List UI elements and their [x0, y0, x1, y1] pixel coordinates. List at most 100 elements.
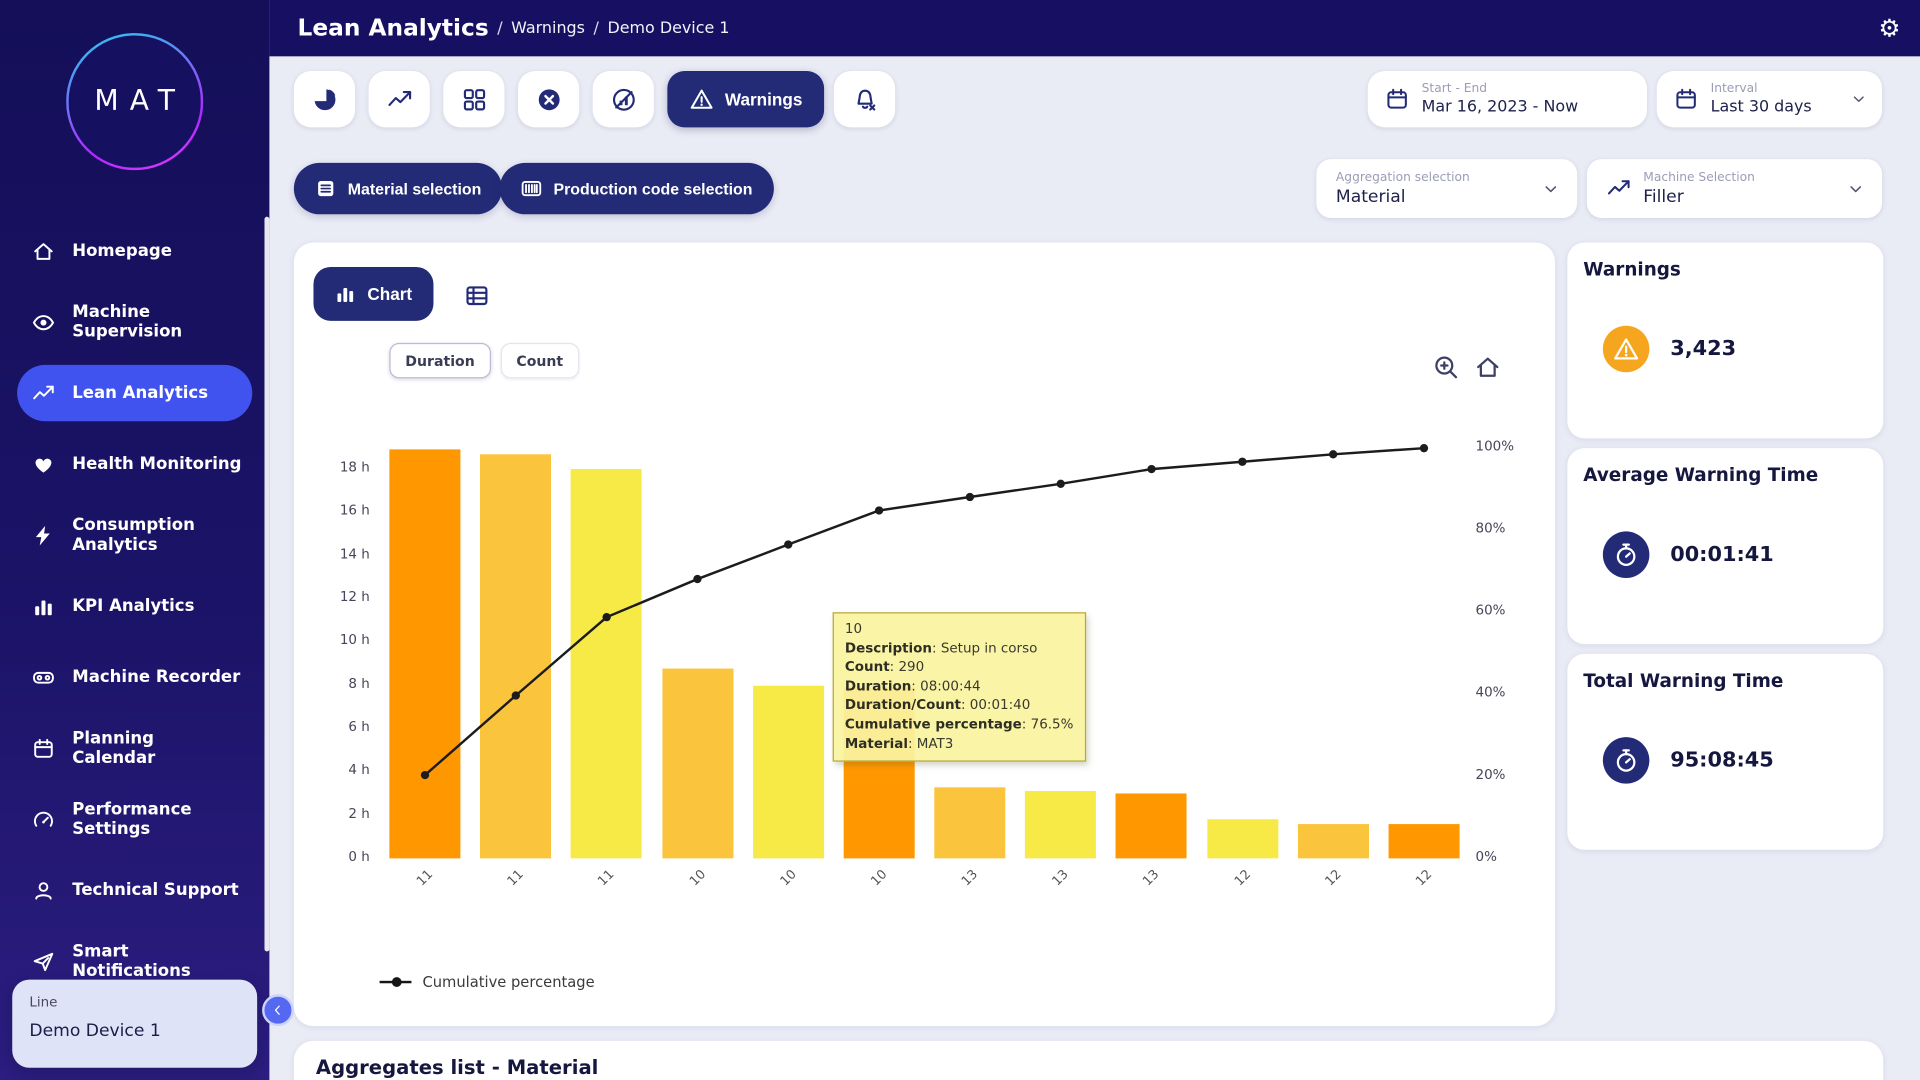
zoom-in-icon	[1433, 353, 1460, 380]
production-code-selection-button[interactable]: Production code selection	[500, 163, 774, 214]
average-warning-time-card: Average Warning Time 00:01:41	[1567, 448, 1883, 644]
sidebar-item-label: ConsumptionAnalytics	[72, 516, 195, 555]
pareto-chart-card: Chart Duration Count 0 h2 h4 h6 h8 h10 h…	[294, 242, 1555, 1026]
sidebar-item-label: SmartNotifications	[72, 942, 191, 981]
bell-dismiss-icon	[852, 86, 878, 112]
sidebar-item-label: PerformanceSettings	[72, 800, 191, 839]
grid-view-button[interactable]	[443, 71, 504, 127]
y-left-label: 6 h	[294, 719, 370, 735]
sidebar-item-performance-settings[interactable]: PerformanceSettings	[17, 791, 252, 847]
sidebar-item-kpi-analytics[interactable]: KPI Analytics	[17, 578, 252, 634]
device-card[interactable]: Line Demo Device 1	[12, 980, 257, 1068]
stops-view-button[interactable]	[518, 71, 579, 127]
machine-selection-value: Filler	[1643, 187, 1755, 207]
chevron-down-icon	[1847, 179, 1865, 197]
average-warning-time-value: 00:01:41	[1670, 542, 1774, 566]
duration-toggle[interactable]: Duration	[389, 343, 490, 379]
sidebar-item-homepage[interactable]: Homepage	[17, 223, 252, 279]
pareto-bar[interactable]	[934, 787, 1005, 858]
bolt-icon	[32, 523, 55, 546]
stat-title: Total Warning Time	[1583, 670, 1783, 692]
sidebar-item-lean-analytics[interactable]: Lean Analytics	[17, 365, 252, 421]
y-left-label: 4 h	[294, 762, 370, 778]
warnings-button-label: Warnings	[725, 89, 802, 109]
total-warning-time-value: 95:08:45	[1670, 748, 1774, 772]
eye-icon	[32, 310, 55, 333]
breadcrumb-warnings[interactable]: Warnings	[511, 19, 585, 37]
alarms-dismiss-view-button[interactable]	[834, 71, 895, 127]
line-chart-icon	[1607, 176, 1631, 200]
top-header: Lean Analytics / Warnings / Demo Device …	[269, 0, 1920, 56]
pareto-bar[interactable]	[662, 668, 733, 858]
device-line-label: Line	[29, 994, 240, 1010]
pareto-bar[interactable]	[1298, 824, 1369, 859]
chart-tooltip: 10Description: Setup in corsoCount: 290D…	[833, 612, 1086, 762]
sidebar-collapse-button[interactable]	[262, 994, 294, 1026]
trend-view-button[interactable]	[369, 71, 430, 127]
pareto-bar[interactable]	[480, 454, 551, 859]
metric-toggle-group: Duration Count	[389, 343, 579, 379]
pareto-bar[interactable]	[1207, 819, 1278, 858]
stopwatch-icon	[1603, 737, 1650, 784]
tab-chart[interactable]: Chart	[313, 267, 432, 321]
machine-selection-dropdown[interactable]: Machine Selection Filler	[1587, 159, 1882, 218]
sidebar-item-consumption-analytics[interactable]: ConsumptionAnalytics	[17, 507, 252, 563]
calendar-icon	[1385, 87, 1409, 111]
sidebar-scrollbar[interactable]	[264, 217, 269, 952]
calendar-icon	[32, 737, 55, 760]
sidebar-item-machine-supervision[interactable]: MachineSupervision	[17, 294, 252, 350]
y-right-label: 0%	[1476, 849, 1497, 865]
chevron-down-icon	[1542, 179, 1560, 197]
aggregation-selection-dropdown[interactable]: Aggregation selection Material	[1316, 159, 1577, 218]
sidebar-item-machine-recorder[interactable]: Machine Recorder	[17, 649, 252, 705]
y-right-label: 40%	[1476, 684, 1506, 700]
machine-selection-label: Machine Selection	[1643, 171, 1755, 184]
legend-label: Cumulative percentage	[422, 973, 594, 990]
aggregates-list-card: Aggregates list - Material	[294, 1041, 1883, 1080]
y-axis-left: 0 h2 h4 h6 h8 h10 h12 h14 h16 h18 h	[294, 438, 370, 858]
sidebar-item-label: Machine Recorder	[72, 667, 240, 687]
aggregation-label: Aggregation selection	[1336, 171, 1470, 184]
date-range-picker[interactable]: Start - End Mar 16, 2023 - Now	[1368, 71, 1647, 127]
count-toggle[interactable]: Count	[500, 343, 579, 379]
pie-chart-view-button[interactable]	[294, 71, 355, 127]
pareto-bar[interactable]	[389, 450, 460, 859]
y-right-label: 100%	[1476, 438, 1515, 454]
logo: MAT	[66, 33, 203, 170]
average-view-button[interactable]	[593, 71, 654, 127]
person-icon	[32, 879, 55, 902]
interval-label: Interval	[1711, 82, 1812, 95]
stat-title: Average Warning Time	[1583, 464, 1818, 486]
breadcrumb-device[interactable]: Demo Device 1	[607, 19, 729, 37]
y-left-label: 2 h	[294, 805, 370, 821]
warnings-view-button[interactable]: Warnings	[667, 71, 824, 127]
logo-text: MAT	[94, 86, 186, 118]
bar-chart-icon	[334, 283, 356, 305]
zoom-in-button[interactable]	[1430, 353, 1462, 385]
material-selection-label: Material selection	[348, 179, 482, 197]
sidebar-item-health-monitoring[interactable]: Health Monitoring	[17, 436, 252, 492]
warning-triangle-icon	[689, 87, 713, 111]
pareto-bar[interactable]	[1388, 824, 1459, 859]
y-right-label: 80%	[1476, 520, 1506, 536]
legend-cumulative-percentage[interactable]: Cumulative percentage	[380, 973, 595, 990]
warning-triangle-icon	[1603, 326, 1650, 373]
sidebar-item-planning-calendar[interactable]: PlanningCalendar	[17, 720, 252, 776]
material-selection-button[interactable]: Material selection	[294, 163, 502, 214]
tab-table-view[interactable]	[453, 274, 500, 316]
sidebar-item-technical-support[interactable]: Technical Support	[17, 862, 252, 918]
warnings-count-value: 3,423	[1670, 337, 1736, 361]
aggregates-list-title: Aggregates list - Material	[316, 1056, 598, 1079]
pareto-bar[interactable]	[571, 469, 642, 858]
interval-picker[interactable]: Interval Last 30 days	[1657, 71, 1882, 127]
pareto-bar[interactable]	[1025, 791, 1096, 858]
stat-row: 00:01:41	[1603, 531, 1774, 578]
sidebar-nav: Homepage MachineSupervision Lean Analytics…	[17, 223, 252, 1004]
pareto-bar[interactable]	[753, 685, 824, 858]
tooltip-row: Duration: 08:00:44	[845, 677, 1074, 696]
settings-gear-icon[interactable]: ⚙	[1878, 13, 1900, 42]
bars-icon	[32, 594, 55, 617]
legend-line-marker	[380, 981, 412, 983]
reset-zoom-button[interactable]	[1472, 353, 1504, 385]
pareto-bar[interactable]	[1116, 793, 1187, 858]
